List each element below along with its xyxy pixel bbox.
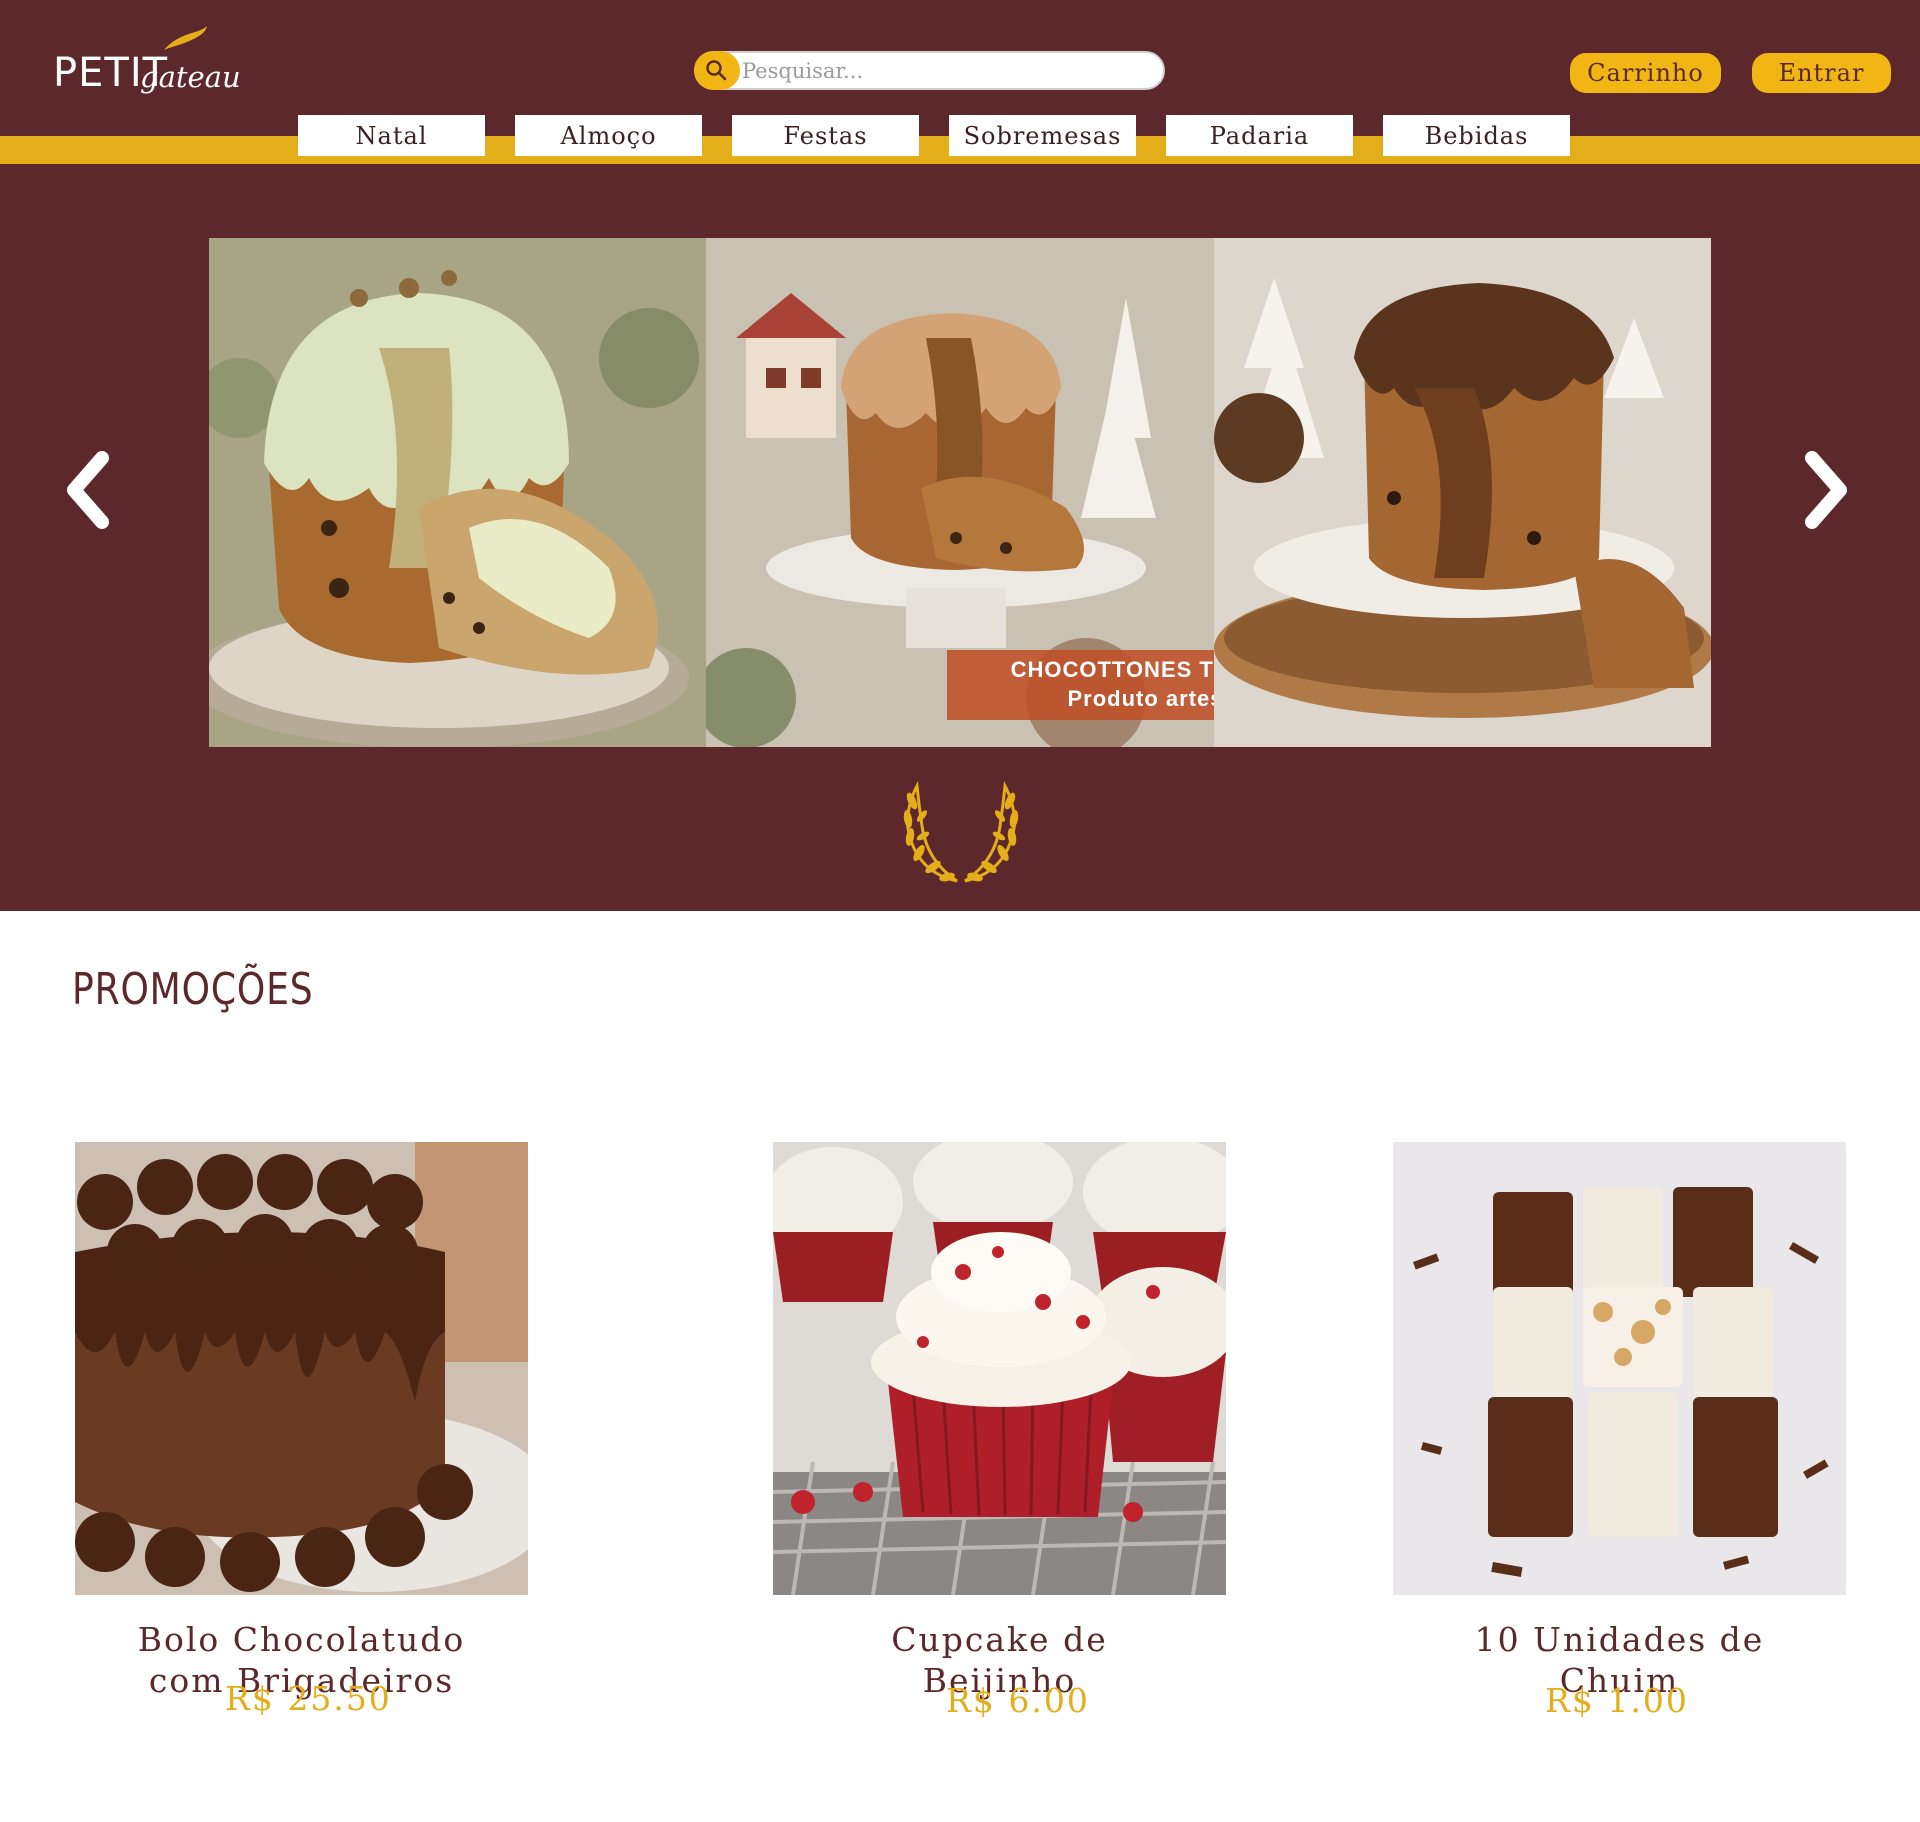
carousel-image-pistachio-panettone [209, 238, 706, 747]
banner-title: CHOCOTTONES TRUFADOS [1010, 657, 1214, 682]
carousel-next-arrow-icon[interactable] [1800, 450, 1850, 530]
category-almoco[interactable]: Almoço [515, 115, 702, 156]
promo-name-line1: Bolo Chocolatudo [137, 1620, 466, 1659]
hero-header: PETIT gateau Carrinho Entrar Natal Almoç… [0, 0, 1920, 911]
login-button[interactable]: Entrar [1752, 53, 1891, 93]
logo-text-sub: gateau [140, 60, 241, 94]
promo-card-chuim[interactable]: 10 Unidades de Chuim R$ 1.00 [1393, 1142, 1846, 1720]
promo-price: R$ 6.00 [946, 1681, 1090, 1720]
hero-carousel[interactable]: CHOCOTTONES TRUFADOS Produto artesanal [209, 238, 1711, 747]
search-bar [694, 51, 1165, 90]
category-natal[interactable]: Natal [298, 115, 485, 156]
banner-subtitle: Produto artesanal [1067, 686, 1214, 711]
promo-price: R$ 1.00 [1545, 1681, 1689, 1720]
brand-logo[interactable]: PETIT gateau [53, 22, 253, 102]
promo-price: R$ 25.50 [225, 1679, 392, 1718]
category-padaria[interactable]: Padaria [1166, 115, 1353, 156]
promotions-title: PROMOÇÕES [72, 964, 314, 1015]
promo-name-line1: 10 Unidades de [1474, 1620, 1765, 1659]
carousel-prev-arrow-icon[interactable] [64, 450, 114, 530]
promo-card-cupcake[interactable]: Cupcake de Beijinho R$ 6.00 [773, 1142, 1226, 1720]
search-icon [706, 60, 727, 81]
search-input[interactable] [742, 56, 1152, 86]
cart-button[interactable]: Carrinho [1570, 53, 1721, 93]
category-bebidas[interactable]: Bebidas [1383, 115, 1570, 156]
carousel-image-chocolate-panettone [1214, 238, 1711, 747]
category-festas[interactable]: Festas [732, 115, 919, 156]
search-button[interactable] [694, 51, 740, 90]
carousel-image-chocottone: CHOCOTTONES TRUFADOS Produto artesanal [706, 238, 1214, 747]
category-sobremesas[interactable]: Sobremesas [949, 115, 1136, 156]
promo-card-bolo[interactable]: Bolo Chocolatudo com Brigadeiros R$ 25.5… [75, 1142, 528, 1718]
laurel-wreath-icon [903, 781, 1019, 883]
promo-image-chocolate-bars[interactable] [1393, 1142, 1846, 1595]
carousel-banner: CHOCOTTONES TRUFADOS Produto artesanal [947, 650, 1214, 720]
promo-image-chocolate-cake[interactable] [75, 1142, 528, 1595]
promo-image-cupcake[interactable] [773, 1142, 1226, 1595]
promo-name-line1: Cupcake de [891, 1620, 1108, 1659]
